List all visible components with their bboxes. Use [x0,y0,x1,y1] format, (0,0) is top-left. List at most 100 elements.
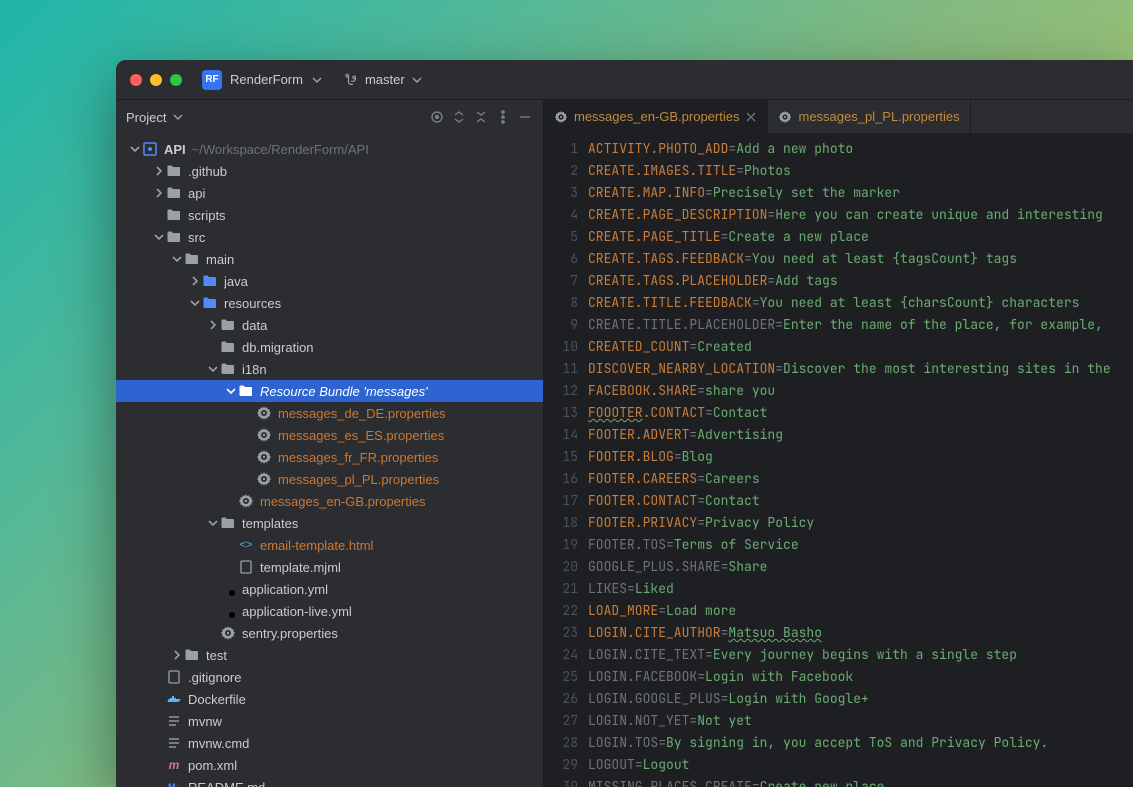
expand-all-icon[interactable] [451,109,467,125]
tree-item[interactable]: application.yml [116,578,543,600]
yaml-icon [220,581,236,597]
chevron-down-icon[interactable] [206,364,220,374]
select-opened-file-icon[interactable] [429,109,445,125]
chevron-down-icon[interactable] [188,298,202,308]
tree-item[interactable]: M↓ README.md [116,776,543,787]
titlebar: RF RenderForm master [116,60,1133,100]
tree-item-label: api [188,186,205,201]
tree-item-label: messages_es_ES.properties [278,428,444,443]
tree-item-label: messages_de_DE.properties [278,406,446,421]
tree-item[interactable]: messages_en-GB.properties [116,490,543,512]
tree-item[interactable]: m pom.xml [116,754,543,776]
maximize-window-button[interactable] [170,74,182,86]
folder-icon [220,515,236,531]
html-icon: <> [238,537,254,553]
chevron-down-icon[interactable] [311,74,323,86]
code-content[interactable]: ACTIVITY.PHOTO_ADD=Add a new photoCREATE… [588,134,1111,787]
tree-item[interactable]: mvnw.cmd [116,732,543,754]
tree-item[interactable]: application-live.yml [116,600,543,622]
tab-label: messages_pl_PL.properties [798,109,959,124]
close-icon[interactable] [745,111,757,123]
tree-item[interactable]: api [116,182,543,204]
ide-window: RF RenderForm master Project API~/Worksp… [116,60,1133,787]
chevron-down-icon[interactable] [152,232,166,242]
tree-item[interactable]: i18n [116,358,543,380]
chevron-down-icon[interactable] [128,144,142,154]
tree-item[interactable]: messages_de_DE.properties [116,402,543,424]
tab-label: messages_en-GB.properties [574,109,739,124]
chevron-right-icon[interactable] [206,320,220,330]
vcs-branch-widget[interactable]: master [345,72,423,87]
chevron-right-icon[interactable] [152,166,166,176]
tree-item[interactable]: data [116,314,543,336]
tree-item-label: Resource Bundle 'messages' [260,384,428,399]
tree-item-label: main [206,252,234,267]
tree-item[interactable]: mvnw [116,710,543,732]
tree-item[interactable]: sentry.properties [116,622,543,644]
maven-icon: m [166,757,182,773]
folder-icon [238,383,254,399]
tree-item-label: Dockerfile [188,692,246,707]
tree-item-label: .github [188,164,227,179]
tree-item[interactable]: src [116,226,543,248]
project-name[interactable]: RenderForm [230,72,303,87]
chevron-down-icon[interactable] [224,386,238,396]
gear-icon [220,625,236,641]
folder-icon [220,361,236,377]
tree-item[interactable]: templates [116,512,543,534]
hide-tool-window-icon[interactable] [517,109,533,125]
tree-item-label: sentry.properties [242,626,338,641]
chevron-down-icon[interactable] [206,518,220,528]
code-editor[interactable]: 1234567891011121314151617181920212223242… [544,134,1133,787]
gear-icon [256,405,272,421]
chevron-down-icon[interactable] [172,111,184,123]
tree-item[interactable]: scripts [116,204,543,226]
tree-item-label: messages_fr_FR.properties [278,450,438,465]
line-number-gutter: 1234567891011121314151617181920212223242… [544,134,588,787]
minimize-window-button[interactable] [150,74,162,86]
tree-item[interactable]: Dockerfile [116,688,543,710]
tree-item-label: scripts [188,208,226,223]
tree-item-label: i18n [242,362,267,377]
gear-icon [238,493,254,509]
chevron-right-icon[interactable] [170,650,184,660]
project-tree[interactable]: API~/Workspace/RenderForm/API .github api s… [116,134,543,787]
tree-item-label: application.yml [242,582,328,597]
tree-item[interactable]: resources [116,292,543,314]
tree-item-label: application-live.yml [242,604,352,619]
tree-item[interactable]: messages_pl_PL.properties [116,468,543,490]
collapse-all-icon[interactable] [473,109,489,125]
file-icon [238,559,254,575]
chevron-down-icon[interactable] [170,254,184,264]
editor-tab[interactable]: messages_pl_PL.properties [768,100,970,133]
tree-item[interactable]: test [116,644,543,666]
tree-item[interactable]: messages_es_ES.properties [116,424,543,446]
chevron-right-icon[interactable] [188,276,202,286]
tree-item-label: java [224,274,248,289]
tree-item-label: README.md [188,780,265,787]
tree-item[interactable]: Resource Bundle 'messages' [116,380,543,402]
tree-item[interactable]: main [116,248,543,270]
tree-item[interactable]: messages_fr_FR.properties [116,446,543,468]
gear-icon [256,449,272,465]
tree-root[interactable]: API~/Workspace/RenderForm/API [116,138,543,160]
folder-icon [220,317,236,333]
tree-item-label: pom.xml [188,758,237,773]
tree-item[interactable]: .github [116,160,543,182]
md-icon: M↓ [166,779,182,787]
tree-item[interactable]: template.mjml [116,556,543,578]
tree-root-name: API [164,142,186,157]
project-tool-title[interactable]: Project [126,110,166,125]
tree-item[interactable]: db.migration [116,336,543,358]
branch-icon [345,73,359,87]
tree-item[interactable]: java [116,270,543,292]
editor-tab[interactable]: messages_en-GB.properties [544,100,768,133]
chevron-right-icon[interactable] [152,188,166,198]
folder-icon [184,251,200,267]
folder-icon [202,273,218,289]
close-window-button[interactable] [130,74,142,86]
more-options-icon[interactable] [495,109,511,125]
project-badge[interactable]: RF [202,70,222,90]
tree-item[interactable]: <>email-template.html [116,534,543,556]
tree-item[interactable]: .gitignore [116,666,543,688]
